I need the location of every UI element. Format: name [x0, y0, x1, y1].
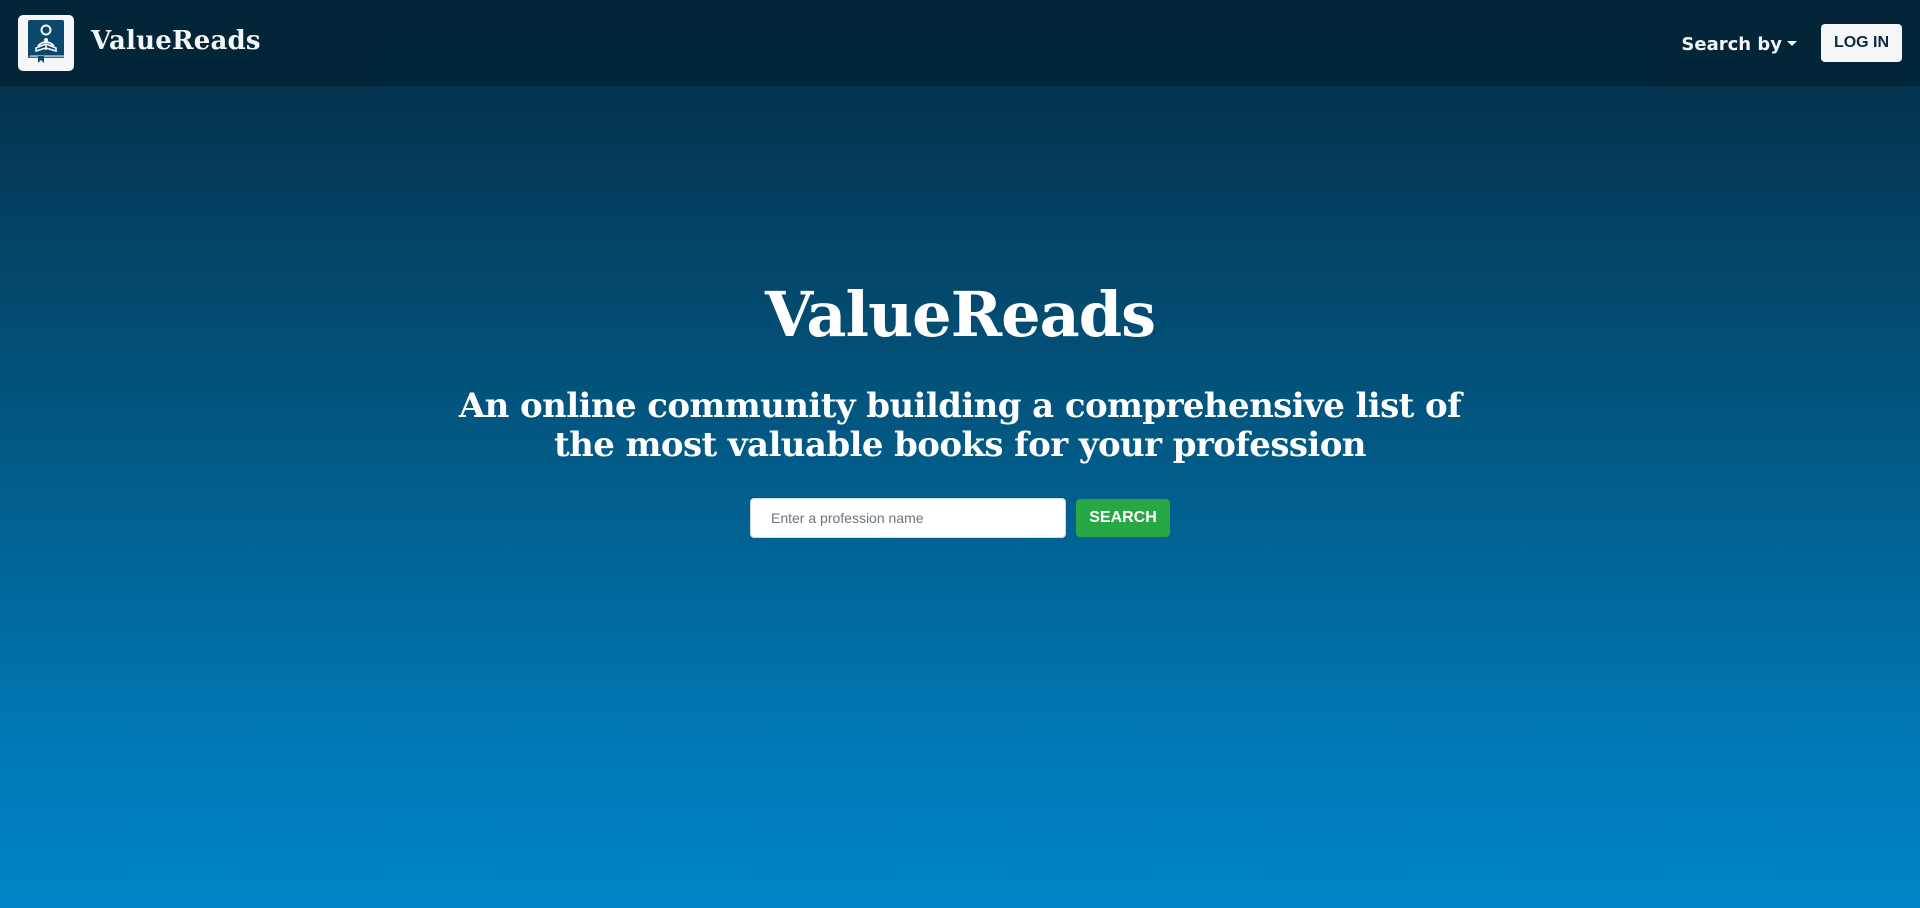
profession-search-input[interactable]	[750, 498, 1066, 538]
hero-subtitle: An online community building a comprehen…	[458, 386, 1462, 465]
search-form: SEARCH	[750, 498, 1170, 538]
chevron-down-icon	[1787, 40, 1797, 46]
nav-right: Search by LOG IN	[1681, 24, 1902, 62]
search-by-label: Search by	[1681, 33, 1782, 55]
hero-title: ValueReads	[764, 278, 1156, 351]
login-button[interactable]: LOG IN	[1821, 24, 1902, 62]
search-button[interactable]: SEARCH	[1076, 499, 1170, 537]
search-by-dropdown[interactable]: Search by	[1681, 34, 1797, 55]
top-navbar: ValueReads Search by LOG IN	[0, 0, 1920, 86]
brand-name[interactable]: ValueReads	[91, 26, 261, 56]
logo[interactable]	[18, 15, 74, 71]
book-reader-logo-icon	[24, 18, 68, 69]
